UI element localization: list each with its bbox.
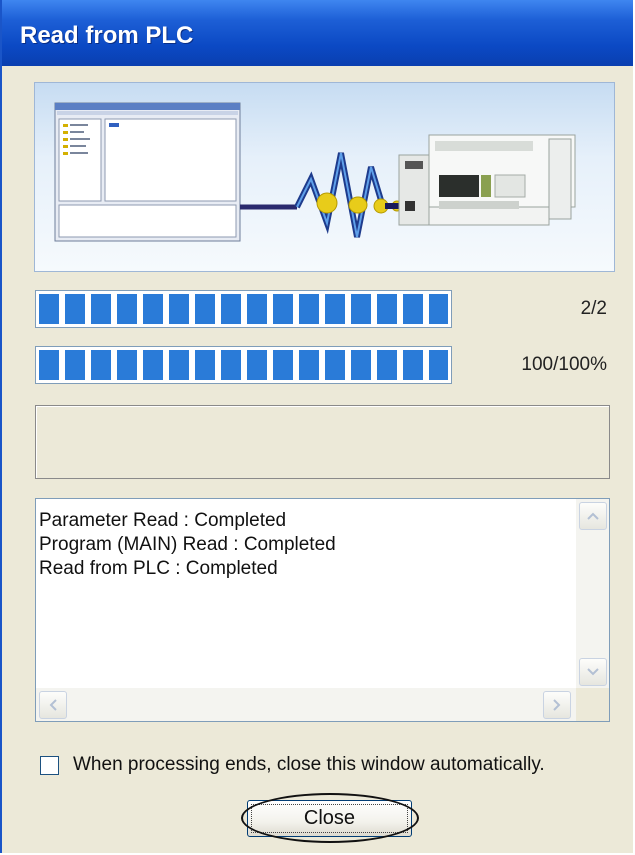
overall-progress-fill bbox=[39, 294, 448, 324]
status-message-box bbox=[35, 405, 610, 479]
plc-device-graphic bbox=[398, 134, 576, 226]
chevron-left-icon bbox=[49, 699, 57, 711]
scrollbar-corner bbox=[576, 688, 609, 721]
chevron-down-icon bbox=[587, 668, 599, 676]
pc-to-plc-transfer-illustration bbox=[54, 102, 576, 242]
chevron-right-icon bbox=[553, 699, 561, 711]
overall-progress-label: 2/2 bbox=[580, 298, 607, 319]
signal-zigzag-graphic bbox=[294, 152, 386, 238]
title-bar[interactable]: Read from PLC bbox=[2, 0, 633, 66]
scroll-right-button[interactable] bbox=[543, 691, 571, 719]
pc-window-graphic bbox=[54, 102, 241, 242]
log-line: Read from PLC : Completed bbox=[39, 558, 278, 579]
auto-close-checkbox[interactable] bbox=[40, 755, 59, 775]
chevron-up-icon bbox=[587, 512, 599, 520]
current-progress-label: 100/100% bbox=[521, 354, 607, 375]
horizontal-scrollbar[interactable] bbox=[36, 688, 576, 721]
read-from-plc-dialog: Read from PLC 2/2 100/100% Parameter Rea… bbox=[0, 0, 633, 853]
data-dots-graphic bbox=[316, 192, 403, 214]
auto-close-option[interactable]: When processing ends, close this window … bbox=[40, 754, 545, 776]
auto-close-label[interactable]: When processing ends, close this window … bbox=[73, 754, 545, 776]
focus-rectangle bbox=[251, 804, 408, 833]
scroll-down-button[interactable] bbox=[579, 658, 607, 686]
close-button[interactable]: Close bbox=[247, 800, 412, 837]
current-progress-bar bbox=[35, 346, 452, 384]
current-progress-fill bbox=[39, 350, 448, 380]
window-title: Read from PLC bbox=[20, 22, 194, 49]
scroll-up-button[interactable] bbox=[579, 502, 607, 530]
transfer-illustration bbox=[34, 82, 615, 272]
log-output[interactable]: Parameter Read : Completed Program (MAIN… bbox=[35, 498, 610, 722]
log-line: Parameter Read : Completed bbox=[39, 510, 287, 531]
vertical-scrollbar[interactable] bbox=[576, 499, 609, 689]
overall-progress-bar bbox=[35, 290, 452, 328]
log-line: Program (MAIN) Read : Completed bbox=[39, 534, 336, 555]
scroll-left-button[interactable] bbox=[39, 691, 67, 719]
log-lines: Parameter Read : Completed Program (MAIN… bbox=[39, 509, 336, 581]
